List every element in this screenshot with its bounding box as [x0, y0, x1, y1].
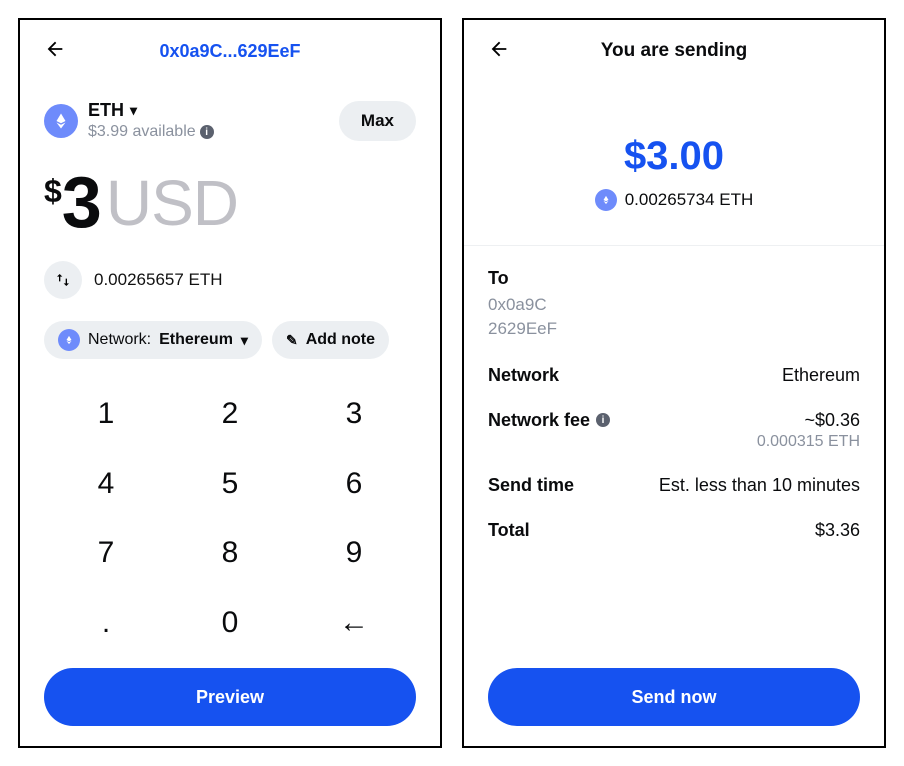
arrow-left-icon	[44, 38, 66, 60]
total-value: $3.36	[815, 520, 860, 541]
key-8[interactable]: 8	[168, 519, 292, 589]
swap-icon	[55, 272, 71, 288]
header: You are sending	[488, 36, 860, 66]
total-label: Total	[488, 520, 530, 541]
send-time-value: Est. less than 10 minutes	[659, 475, 860, 496]
chevron-down-icon: ▾	[130, 102, 137, 119]
sending-amount-eth: 0.00265734 ETH	[625, 190, 754, 210]
network-fee-eth: 0.000315 ETH	[757, 433, 860, 451]
converted-amount: 0.00265657 ETH	[94, 270, 223, 290]
amount-value: 3	[62, 167, 100, 239]
divider	[464, 245, 884, 246]
key-4[interactable]: 4	[44, 449, 168, 519]
back-button[interactable]	[44, 38, 66, 65]
eth-icon	[595, 189, 617, 211]
amount-display: $ 3 USD	[44, 167, 416, 239]
key-3[interactable]: 3	[292, 379, 416, 449]
to-block: To 0x0a9C 2629EeF	[488, 268, 860, 341]
header: 0x0a9C...629EeF	[44, 36, 416, 66]
network-selector-chip[interactable]: Network: Ethereum ▾	[44, 321, 262, 359]
eth-icon	[44, 104, 78, 138]
info-icon[interactable]: i	[200, 125, 214, 139]
conversion-row: 0.00265657 ETH	[44, 261, 416, 299]
asset-selector-row: ETH ▾ $3.99 available i Max	[44, 100, 416, 141]
network-fee-usd: ~$0.36	[757, 410, 860, 431]
total-row: Total $3.36	[488, 520, 860, 541]
to-address: 0x0a9C 2629EeF	[488, 293, 860, 341]
key-7[interactable]: 7	[44, 519, 168, 589]
key-dot[interactable]: .	[44, 588, 168, 658]
send-time-label: Send time	[488, 475, 574, 496]
key-1[interactable]: 1	[44, 379, 168, 449]
recipient-address-link[interactable]: 0x0a9C...629EeF	[159, 41, 300, 62]
network-fee-row: Network fee i ~$0.36 0.000315 ETH	[488, 410, 860, 451]
chevron-down-icon: ▾	[241, 332, 248, 349]
network-fee-label: Network fee	[488, 410, 590, 431]
page-title: You are sending	[601, 40, 747, 62]
pencil-icon: ✎	[286, 332, 298, 349]
send-time-row: Send time Est. less than 10 minutes	[488, 475, 860, 496]
currency-symbol: $	[44, 173, 60, 210]
send-entry-screen: 0x0a9C...629EeF ETH ▾ $3.99 available i …	[18, 18, 442, 748]
currency-code: USD	[106, 171, 238, 235]
eth-icon	[58, 329, 80, 351]
network-row: Network Ethereum	[488, 365, 860, 386]
asset-selector[interactable]: ETH ▾	[88, 100, 329, 121]
key-5[interactable]: 5	[168, 449, 292, 519]
numeric-keypad: 1 2 3 4 5 6 7 8 9 . 0 ←	[44, 379, 416, 658]
network-prefix-label: Network:	[88, 331, 151, 349]
network-value: Ethereum	[782, 365, 860, 386]
info-icon[interactable]: i	[596, 413, 610, 427]
options-row: Network: Ethereum ▾ ✎ Add note	[44, 321, 416, 359]
send-confirm-screen: You are sending $3.00 0.00265734 ETH To …	[462, 18, 886, 748]
to-label: To	[488, 268, 860, 289]
network-name: Ethereum	[159, 331, 233, 349]
send-now-button[interactable]: Send now	[488, 668, 860, 726]
available-balance: $3.99 available i	[88, 123, 329, 141]
key-backspace[interactable]: ←	[292, 588, 416, 658]
key-2[interactable]: 2	[168, 379, 292, 449]
arrow-left-icon	[488, 38, 510, 60]
back-button[interactable]	[488, 38, 510, 65]
add-note-label: Add note	[306, 331, 375, 349]
add-note-button[interactable]: ✎ Add note	[272, 321, 389, 359]
key-6[interactable]: 6	[292, 449, 416, 519]
key-9[interactable]: 9	[292, 519, 416, 589]
network-label: Network	[488, 365, 559, 386]
key-0[interactable]: 0	[168, 588, 292, 658]
asset-symbol: ETH	[88, 100, 124, 121]
sending-amount-eth-row: 0.00265734 ETH	[488, 189, 860, 211]
preview-button[interactable]: Preview	[44, 668, 416, 726]
max-button[interactable]: Max	[339, 101, 416, 141]
swap-currency-button[interactable]	[44, 261, 82, 299]
sending-amount-usd: $3.00	[488, 134, 860, 179]
